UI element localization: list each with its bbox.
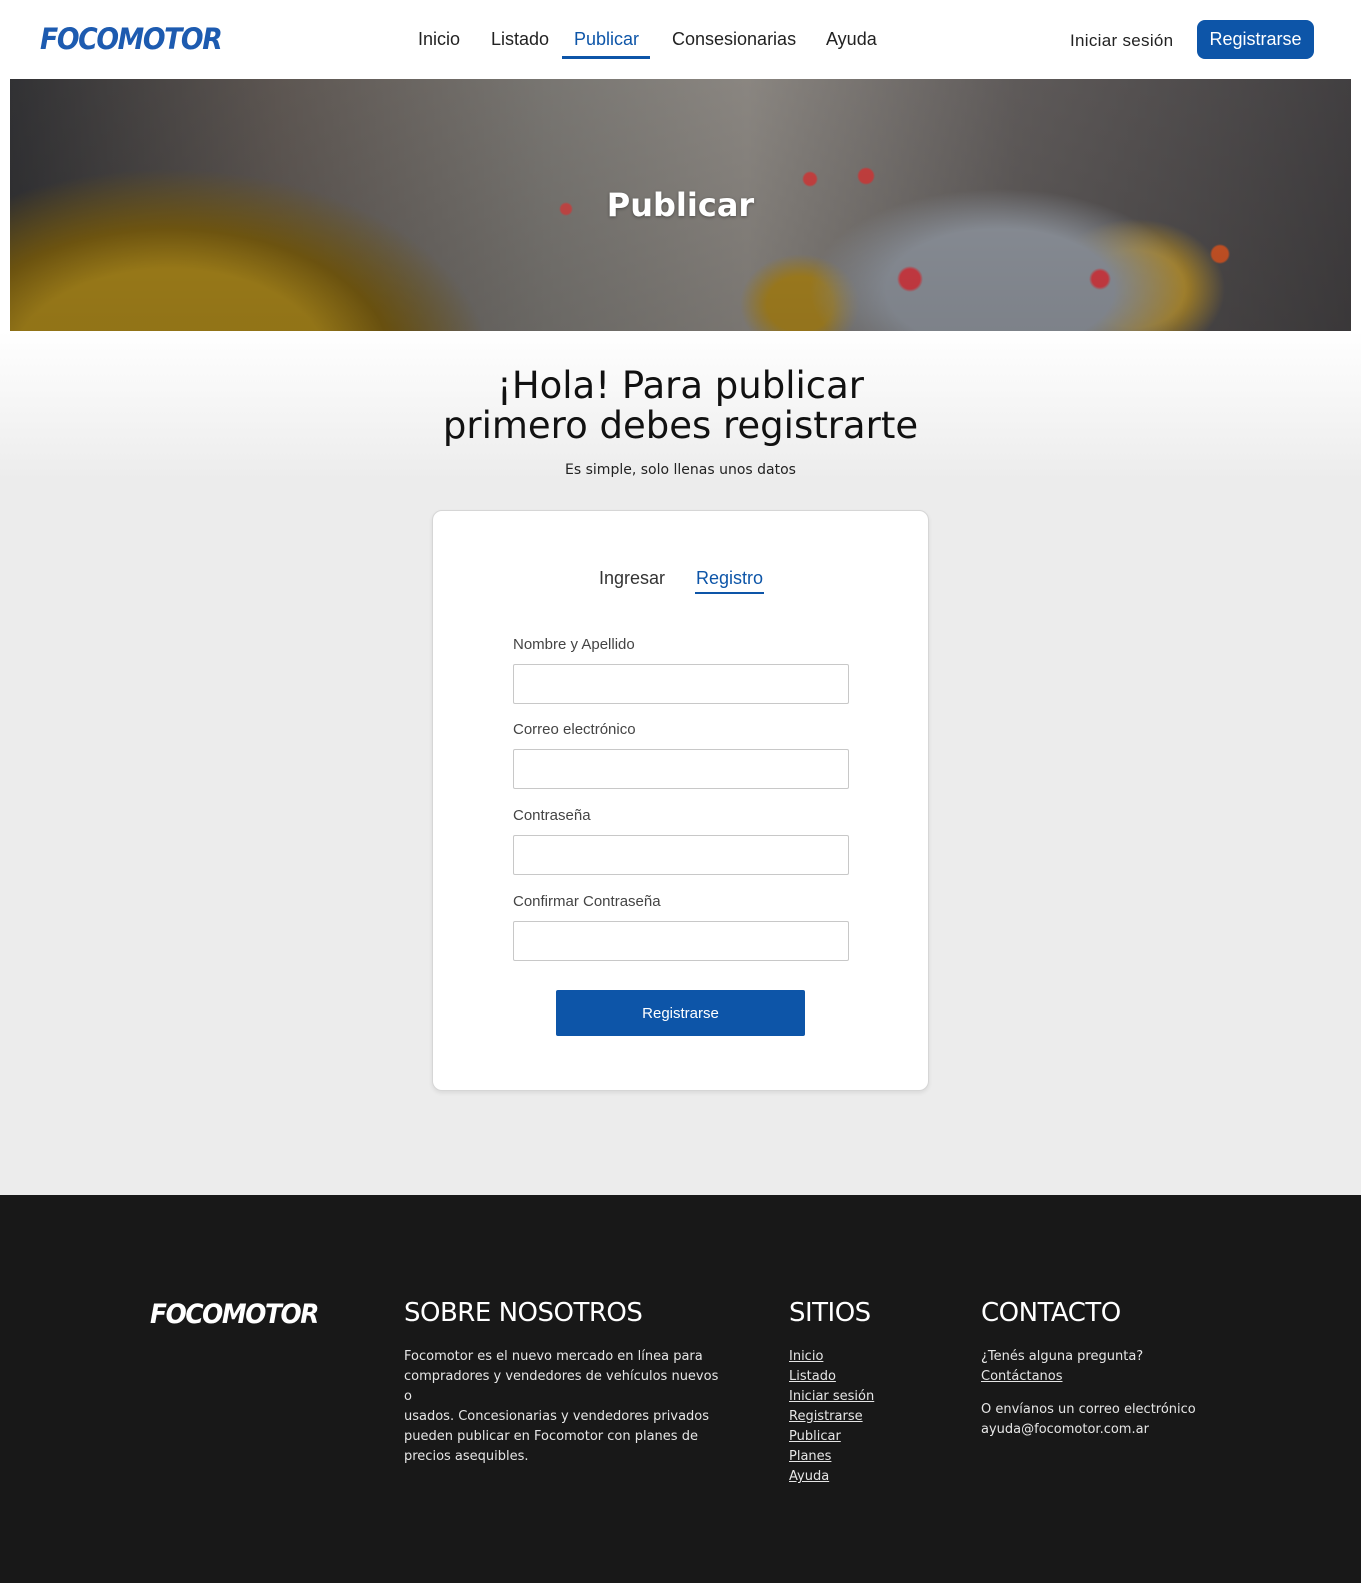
password-field[interactable] [513, 835, 849, 875]
main-section: ¡Hola! Para publicar primero debes regis… [0, 331, 1361, 1195]
site-header: FOCOMOTOR Inicio Listado Publicar Conses… [0, 0, 1361, 79]
confirm-password-label: Confirmar Contraseña [513, 893, 661, 910]
headline-line-2: primero debes registrarte [442, 404, 919, 447]
header-register-button[interactable]: Registrarse [1197, 20, 1314, 59]
about-line: usados. Concesionarias y vendedores priv… [404, 1409, 710, 1424]
email-field[interactable] [513, 749, 849, 789]
about-line: Focomotor es el nuevo mercado en línea p… [404, 1349, 703, 1364]
footer-link-planes[interactable]: Planes [789, 1447, 874, 1467]
password-label: Contraseña [513, 807, 591, 824]
footer-link-iniciar-sesion[interactable]: Iniciar sesión [789, 1387, 874, 1407]
contact-email[interactable]: ayuda@focomotor.com.ar [981, 1420, 1196, 1440]
name-label: Nombre y Apellido [513, 636, 635, 653]
footer-link-registrarse[interactable]: Registrarse [789, 1407, 874, 1427]
about-heading: SOBRE NOSOTROS [404, 1298, 643, 1328]
tab-active-indicator [695, 592, 764, 594]
confirm-password-field[interactable] [513, 921, 849, 961]
tab-registro[interactable]: Registro [696, 568, 763, 589]
hero-title: Publicar [606, 186, 755, 224]
sites-heading: SITIOS [789, 1298, 871, 1328]
contact-text: ¿Tenés alguna pregunta? Contáctanos O en… [981, 1347, 1196, 1440]
name-field[interactable] [513, 664, 849, 704]
site-footer: FOCOMOTOR SOBRE NOSOTROS Focomotor es el… [0, 1195, 1361, 1583]
nav-consesionarias[interactable]: Consesionarias [672, 29, 796, 50]
hero-banner: Publicar [10, 79, 1351, 331]
tab-ingresar[interactable]: Ingresar [599, 568, 665, 589]
about-line: precios asequibles. [404, 1449, 529, 1464]
footer-link-listado[interactable]: Listado [789, 1367, 874, 1387]
headline-line-1: ¡Hola! Para publicar [496, 364, 865, 407]
footer-link-ayuda[interactable]: Ayuda [789, 1467, 874, 1487]
nav-publicar[interactable]: Publicar [574, 29, 639, 50]
about-line: pueden publicar en Focomotor con planes … [404, 1429, 698, 1444]
contact-heading: CONTACTO [981, 1298, 1121, 1328]
about-line: compradores y vendedores de vehículos nu… [404, 1369, 719, 1404]
about-text: Focomotor es el nuevo mercado en línea p… [404, 1347, 724, 1467]
nav-inicio[interactable]: Inicio [418, 29, 460, 50]
nav-ayuda[interactable]: Ayuda [826, 29, 877, 50]
email-prompt: O envíanos un correo electrónico [981, 1402, 1196, 1417]
sites-links: Inicio Listado Iniciar sesión Registrars… [789, 1347, 874, 1487]
email-label: Correo electrónico [513, 721, 636, 738]
register-submit-button[interactable]: Registrarse [556, 990, 805, 1036]
auth-card: Ingresar Registro Nombre y Apellido Corr… [432, 510, 929, 1091]
nav-listado[interactable]: Listado [491, 29, 549, 50]
nav-active-indicator [562, 56, 650, 59]
footer-link-inicio[interactable]: Inicio [789, 1347, 874, 1367]
footer-link-publicar[interactable]: Publicar [789, 1427, 874, 1447]
page-headline: ¡Hola! Para publicar primero debes regis… [0, 366, 1361, 446]
page-subtitle: Es simple, solo llenas unos datos [565, 462, 796, 478]
contact-question: ¿Tenés alguna pregunta? [981, 1349, 1144, 1364]
login-link[interactable]: Iniciar sesión [1070, 31, 1173, 51]
contact-link[interactable]: Contáctanos [981, 1367, 1196, 1387]
footer-logo: FOCOMOTOR [150, 1299, 319, 1330]
